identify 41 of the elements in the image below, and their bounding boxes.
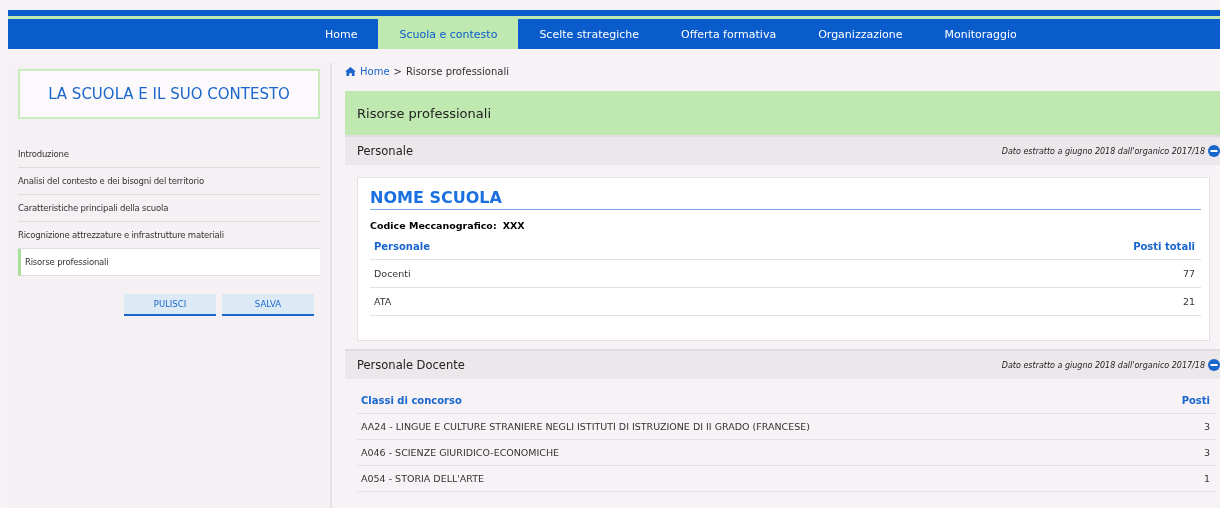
section-note: Dato estratto a giugno 2018 dall'organico 2017/18 — [1001, 146, 1205, 156]
collapse-icon[interactable] — [1208, 359, 1220, 371]
nav-tab[interactable]: Offerta formativa — [660, 19, 798, 49]
table-cell: A054 - STORIA DELL'ARTE — [361, 473, 485, 484]
page-title: Risorse professionali — [345, 91, 1220, 135]
section-note: Dato estratto a giugno 2018 dall'organico 2017/18 — [1001, 360, 1205, 370]
breadcrumb-current: Risorse professionali — [405, 65, 509, 77]
clear-button[interactable]: PULISCI — [124, 294, 216, 316]
school-name: NOME SCUOLA — [370, 188, 1201, 210]
sidebar-item[interactable]: Risorse professionali — [18, 249, 320, 276]
table-cell: Docenti — [374, 268, 411, 279]
code-value: XXX — [502, 220, 525, 231]
save-button[interactable]: SALVA — [222, 294, 314, 316]
table-cell: AA24 - LINGUE E CULTURE STRANIERE NEGLI ISTITUTI DI ISTRUZIONE DI II GRADO (FRANCESE) — [361, 421, 810, 432]
table-cell: 3 — [1203, 421, 1210, 432]
sidebar-item[interactable]: Introduzione — [18, 141, 320, 168]
nav-tab[interactable]: Monitoraggio — [923, 19, 1038, 49]
sidebar-title: LA SCUOLA E IL SUO CONTESTO — [18, 69, 320, 119]
column-header: Posti totali — [1133, 241, 1195, 252]
nav-tab[interactable]: Scelte strategiche — [518, 19, 661, 49]
nav-tab[interactable]: Home — [304, 19, 379, 49]
table-cell: 1 — [1203, 473, 1210, 484]
column-header: Personale — [374, 241, 430, 252]
breadcrumb-link[interactable]: Home — [360, 65, 390, 77]
column-header: Posti — [1181, 395, 1210, 406]
sidebar-item[interactable]: Caratteristiche principali della scuola — [18, 195, 320, 222]
column-header: Classi di concorso — [361, 395, 462, 406]
table-cell: ATA — [374, 296, 392, 307]
section-title: Personale — [357, 144, 414, 158]
code-label: Codice Meccanografico: — [370, 220, 497, 231]
table-cell: 77 — [1182, 268, 1195, 279]
table-cell: 3 — [1203, 447, 1210, 458]
sidebar-item[interactable]: Analisi del contesto e dei bisogni del territorio — [18, 168, 320, 195]
home-icon — [345, 66, 356, 76]
section-title: Personale Docente — [357, 358, 466, 372]
breadcrumb-separator: > — [393, 65, 402, 77]
table-cell: 21 — [1182, 296, 1195, 307]
collapse-icon[interactable] — [1208, 145, 1220, 157]
nav-tab[interactable]: Organizzazione — [797, 19, 924, 49]
nav-tab[interactable]: Scuola e contesto — [378, 19, 519, 49]
table-cell: A046 - SCIENZE GIURIDICO-ECONOMICHE — [361, 447, 560, 458]
